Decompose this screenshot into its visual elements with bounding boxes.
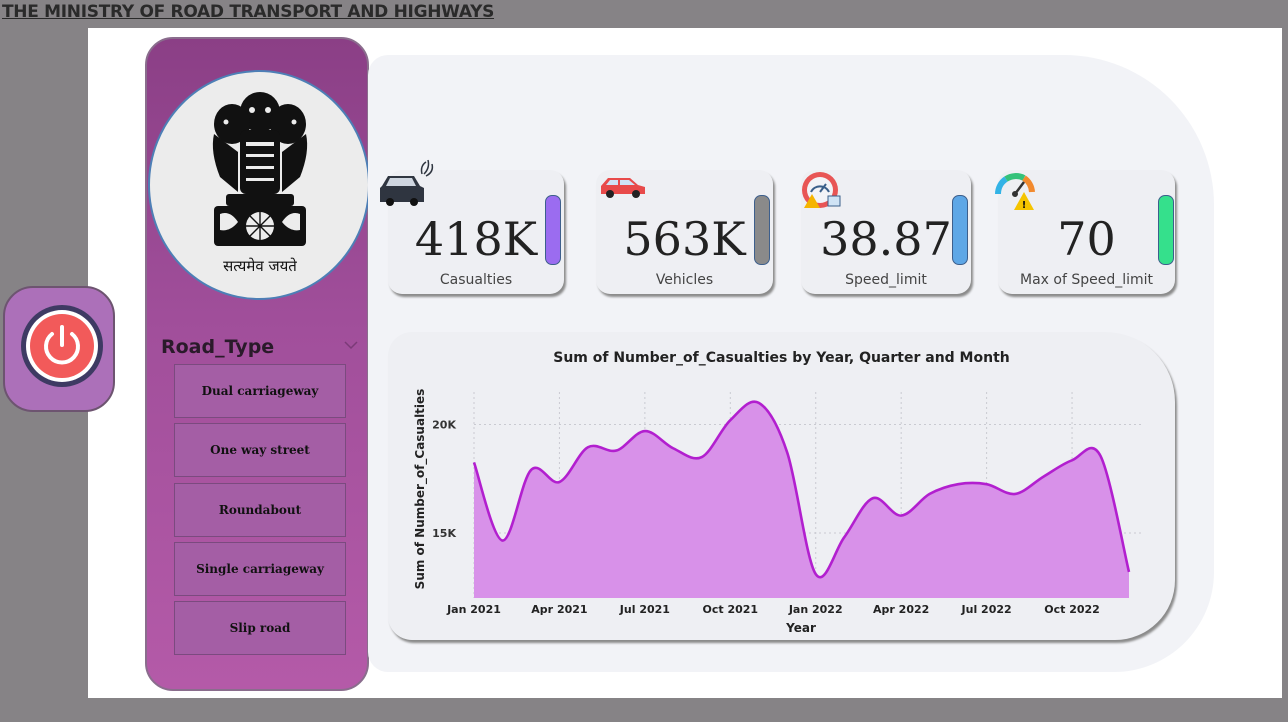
chart-card[interactable]: Sum of Number_of_Casualties by Year, Qua…	[388, 332, 1175, 640]
data-point	[1127, 570, 1131, 574]
data-point	[557, 480, 561, 484]
x-tick-label: Oct 2022	[1044, 603, 1100, 616]
slicer-title: Road_Type	[161, 336, 275, 358]
national-emblem-icon	[212, 92, 308, 246]
data-point	[928, 492, 932, 496]
data-point	[814, 572, 818, 576]
data-point	[899, 514, 903, 518]
car-icon	[601, 178, 645, 198]
kpi-accent-bar	[754, 195, 770, 265]
chevron-down-icon[interactable]	[343, 340, 359, 350]
car-crash-icon	[380, 159, 434, 206]
kpi-label: Casualties	[439, 272, 513, 288]
kpi-accent-bar	[545, 195, 561, 265]
kpi-value: 418K	[414, 212, 538, 266]
emblem-motto: सत्यमेव जयते	[223, 257, 297, 275]
slicer-item-single-carriageway[interactable]: Single carriageway	[174, 542, 346, 596]
kpi-value: 563K	[623, 212, 746, 266]
kpi-label: Speed_limit	[845, 272, 927, 288]
kpi-accent-bar	[952, 195, 968, 265]
data-point	[785, 451, 789, 455]
kpi-label: Max of Speed_limit	[1019, 272, 1154, 288]
y-tick-label: 20K	[432, 419, 456, 432]
data-point	[643, 429, 647, 433]
x-tick-label: Apr 2021	[531, 603, 587, 616]
y-tick-label: 15K	[432, 527, 456, 540]
data-point	[614, 449, 618, 453]
data-point	[1042, 475, 1046, 479]
kpi-value: 70	[1057, 212, 1116, 266]
data-point	[956, 482, 960, 486]
kpi-label: Vehicles	[655, 272, 714, 288]
data-point	[985, 482, 989, 486]
data-point	[757, 401, 761, 405]
speedometer-warning-icon	[802, 172, 841, 208]
x-tick-label: Jan 2022	[788, 603, 843, 616]
data-point	[671, 446, 675, 450]
data-point	[728, 418, 732, 422]
data-point	[472, 460, 476, 464]
data-point	[1070, 458, 1074, 462]
slicer-item-roundabout[interactable]: Roundabout	[174, 483, 346, 537]
power-button-core	[30, 314, 94, 378]
slicer-item-one-way-street[interactable]: One way street	[174, 423, 346, 477]
x-tick-label: Jan 2021	[446, 603, 501, 616]
area-fill	[474, 401, 1129, 598]
x-tick-label: Jul 2022	[961, 603, 1012, 616]
x-axis-title: Year	[785, 621, 816, 635]
slicer-item-dual-carriageway[interactable]: Dual carriageway	[174, 364, 346, 418]
data-point	[871, 496, 875, 500]
kpi-value: 38.87	[820, 212, 952, 266]
data-point	[1013, 492, 1017, 496]
power-button-frame	[3, 286, 115, 412]
power-icon	[44, 325, 80, 365]
x-tick-label: Jul 2021	[619, 603, 670, 616]
power-button-ring	[26, 310, 98, 382]
casualties-area-chart: 15K 20K Jan 2021 Apr 2021 Jul 2021 Oct 2021 Ja…	[413, 389, 1141, 635]
slicer-item-slip-road[interactable]: Slip road	[174, 601, 346, 655]
data-point	[700, 455, 704, 459]
gauge-warning-icon: !	[994, 173, 1035, 211]
data-point	[586, 445, 590, 449]
data-point	[500, 539, 504, 543]
x-tick-label: Apr 2022	[873, 603, 929, 616]
power-button[interactable]	[21, 305, 103, 387]
svg-text:!: !	[1022, 200, 1027, 211]
data-point	[1099, 454, 1103, 458]
page-title: THE MINISTRY OF ROAD TRANSPORT AND HIGHW…	[2, 2, 495, 22]
kpi-accent-bar	[1158, 195, 1174, 265]
y-axis-title: Sum of Number_of_Casualties	[413, 389, 428, 590]
data-point	[842, 535, 846, 539]
x-tick-label: Oct 2021	[703, 603, 759, 616]
data-point	[529, 468, 533, 472]
